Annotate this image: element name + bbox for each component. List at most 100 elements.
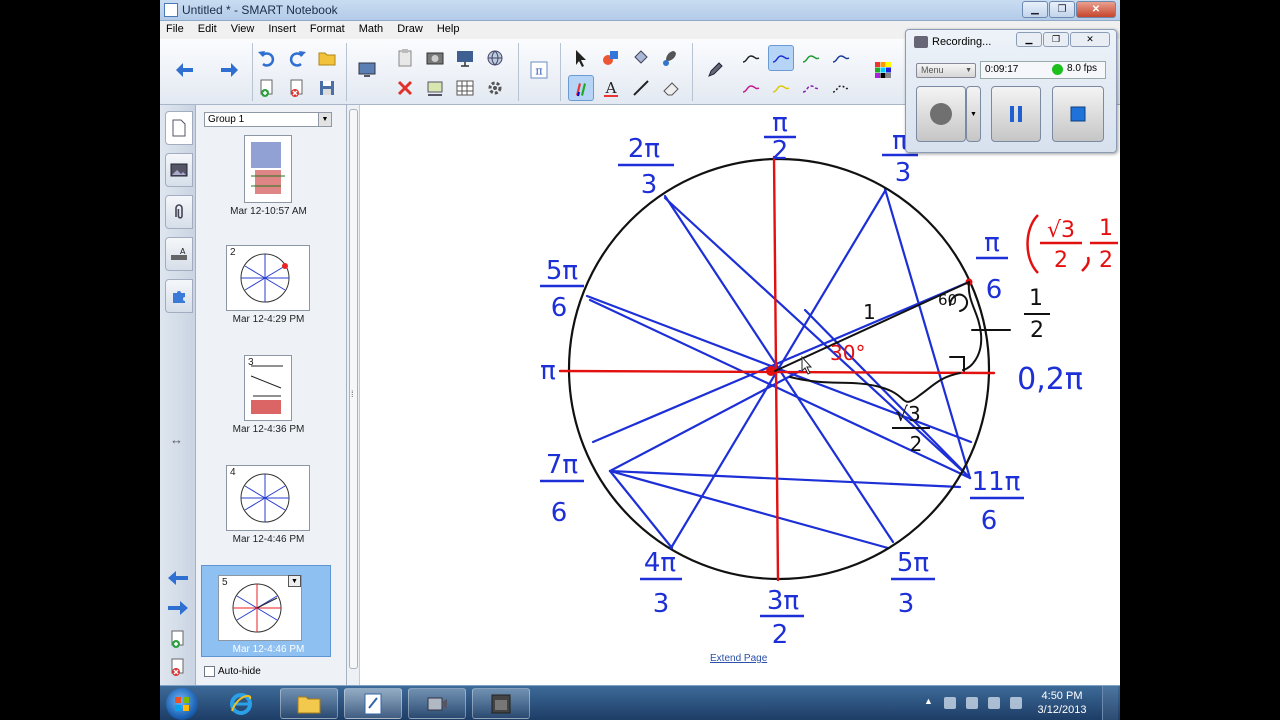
taskbar-ie-button[interactable] bbox=[212, 688, 270, 719]
tab-gallery[interactable] bbox=[165, 153, 193, 187]
shapes-tool-button[interactable] bbox=[598, 45, 624, 71]
line-style-black[interactable] bbox=[738, 45, 764, 71]
line-style-navy[interactable] bbox=[828, 45, 854, 71]
stop-button[interactable] bbox=[1052, 86, 1104, 142]
panel-splitter[interactable]: ⁞ bbox=[347, 105, 360, 685]
pause-button[interactable] bbox=[991, 86, 1041, 142]
insert-table-button[interactable] bbox=[452, 75, 478, 101]
close-button[interactable]: ✕ bbox=[1076, 1, 1116, 18]
menu-file[interactable]: File bbox=[160, 21, 192, 39]
fill-tool-button[interactable] bbox=[658, 45, 684, 71]
line-style-blue[interactable] bbox=[768, 45, 794, 71]
thumbnail-menu-button[interactable]: ▼ bbox=[288, 575, 301, 587]
whiteboard-canvas[interactable]: 30° 60 1 1 2 √3 2 √3 2 1 2 π 2 π 3 2π 3 … bbox=[360, 105, 1118, 685]
show-desktop-button[interactable] bbox=[1102, 686, 1118, 720]
save-button[interactable] bbox=[314, 75, 340, 101]
minimize-button[interactable]: ▁ bbox=[1022, 1, 1048, 18]
extend-page-link[interactable]: Extend Page bbox=[710, 653, 767, 664]
line-style-green[interactable] bbox=[798, 45, 824, 71]
pen-type-button[interactable] bbox=[702, 57, 728, 83]
record-options-button[interactable]: ▼ bbox=[966, 86, 981, 142]
menu-help[interactable]: Help bbox=[431, 21, 468, 39]
label-5pi-3-den: 3 bbox=[898, 589, 915, 619]
delete-button[interactable] bbox=[392, 75, 418, 101]
tray-app-icon[interactable] bbox=[966, 697, 978, 709]
recorder-menu-dropdown[interactable]: Menu ▼ bbox=[916, 63, 976, 78]
tab-properties[interactable]: A bbox=[165, 237, 193, 271]
undo-button[interactable] bbox=[254, 45, 280, 71]
line-style-purple-dash[interactable] bbox=[798, 75, 824, 101]
menu-view[interactable]: View bbox=[225, 21, 263, 39]
capture-button[interactable] bbox=[422, 45, 448, 71]
record-button[interactable] bbox=[916, 86, 966, 142]
math-tools-button[interactable]: π bbox=[526, 57, 552, 83]
line-icon bbox=[633, 80, 649, 96]
camera-icon bbox=[426, 52, 444, 65]
recorder-close-button[interactable]: ✕ bbox=[1070, 32, 1110, 47]
eraser-tool-button[interactable] bbox=[658, 75, 684, 101]
color-palette-button[interactable] bbox=[870, 57, 896, 83]
properties-button[interactable] bbox=[482, 75, 508, 101]
line-style-magenta[interactable] bbox=[738, 75, 764, 101]
menu-format[interactable]: Format bbox=[304, 21, 353, 39]
taskbar: ▲ 4:50 PM 3/12/2013 bbox=[160, 685, 1120, 720]
line-tool-button[interactable] bbox=[628, 75, 654, 101]
gallery-button[interactable] bbox=[482, 45, 508, 71]
full-screen-button[interactable] bbox=[452, 45, 478, 71]
menu-edit[interactable]: Edit bbox=[192, 21, 225, 39]
menu-draw[interactable]: Draw bbox=[391, 21, 431, 39]
flag-icon[interactable] bbox=[944, 697, 956, 709]
maximize-button[interactable]: ❐ bbox=[1049, 1, 1075, 18]
redo-button[interactable] bbox=[284, 45, 310, 71]
previous-page-button[interactable] bbox=[172, 57, 198, 83]
point-x-numerator: √3 bbox=[1047, 218, 1075, 243]
undo-icon bbox=[258, 51, 275, 67]
thumbnail-label: Mar 12-10:57 AM bbox=[230, 206, 307, 217]
delete-page-button[interactable] bbox=[284, 75, 310, 101]
tab-attachments[interactable] bbox=[165, 195, 193, 229]
volume-icon[interactable] bbox=[1010, 697, 1022, 709]
tray-expand-icon[interactable]: ▲ bbox=[924, 696, 933, 706]
delete-page-side-button[interactable] bbox=[168, 657, 188, 680]
open-file-button[interactable] bbox=[314, 45, 340, 71]
save-icon bbox=[320, 81, 334, 95]
start-button[interactable] bbox=[166, 688, 198, 720]
autohide-checkbox[interactable] bbox=[204, 666, 215, 677]
tab-page-sorter[interactable] bbox=[165, 111, 193, 145]
line-style-black-dash[interactable] bbox=[828, 75, 854, 101]
next-page-button[interactable] bbox=[216, 57, 242, 83]
gear-icon bbox=[488, 81, 502, 95]
screen-capture-button[interactable] bbox=[422, 75, 448, 101]
previous-page-side-button[interactable] bbox=[166, 569, 190, 590]
taskbar-explorer-button[interactable] bbox=[280, 688, 338, 719]
menu-math[interactable]: Math bbox=[353, 21, 391, 39]
next-page-side-button[interactable] bbox=[166, 599, 190, 620]
line-style-yellow[interactable] bbox=[768, 75, 794, 101]
power-icon[interactable] bbox=[988, 697, 1000, 709]
windows-logo-icon bbox=[175, 697, 189, 711]
pens-tool-button[interactable] bbox=[568, 75, 594, 101]
taskbar-notebook-button[interactable] bbox=[344, 688, 402, 719]
autohide-label: Auto-hide bbox=[218, 666, 261, 677]
cursor-arrow-icon bbox=[576, 50, 586, 67]
taskbar-app-button[interactable] bbox=[472, 688, 530, 719]
screen-shade-button[interactable] bbox=[354, 57, 380, 83]
clock[interactable]: 4:50 PM 3/12/2013 bbox=[1032, 689, 1092, 717]
thumbnail-image bbox=[244, 135, 292, 203]
recorder-minimize-button[interactable]: ▁ bbox=[1016, 32, 1042, 47]
menu-insert[interactable]: Insert bbox=[262, 21, 304, 39]
add-page-button[interactable] bbox=[254, 75, 280, 101]
recorder-maximize-button[interactable]: ❐ bbox=[1043, 32, 1069, 47]
panel-swap-icon[interactable]: ↔ bbox=[170, 432, 183, 447]
eraser-shape-button[interactable] bbox=[628, 45, 654, 71]
taskbar-recorder-button[interactable] bbox=[408, 688, 466, 719]
group-select[interactable]: Group 1 ▼ bbox=[204, 112, 332, 127]
paste-button[interactable] bbox=[392, 45, 418, 71]
recording-title: Recording... bbox=[932, 36, 992, 48]
tab-addons[interactable] bbox=[165, 279, 193, 313]
paint-icon bbox=[663, 51, 676, 66]
add-page-side-button[interactable] bbox=[168, 629, 188, 652]
text-tool-button[interactable]: A bbox=[598, 75, 624, 101]
select-tool-button[interactable] bbox=[568, 45, 594, 71]
autohide-toggle[interactable]: Auto-hide bbox=[204, 666, 261, 677]
